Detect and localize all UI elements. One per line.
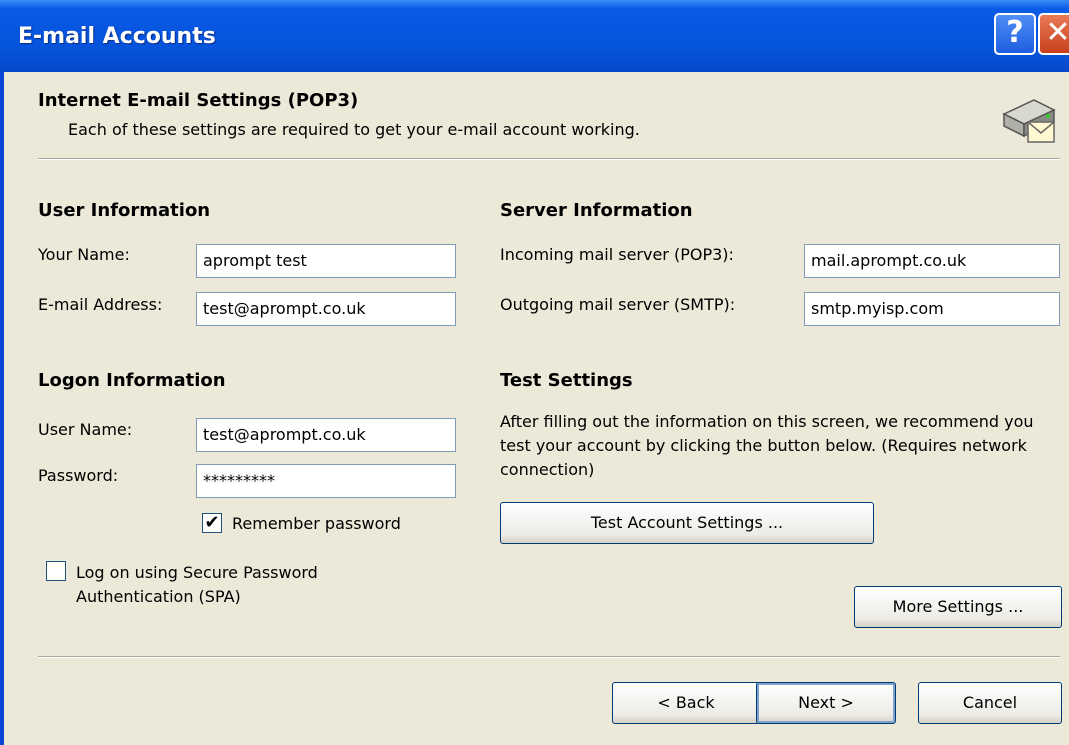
password-label: Password:	[38, 466, 119, 485]
user-name-input[interactable]: test@aprompt.co.uk	[196, 418, 456, 452]
header-separator	[38, 158, 1060, 160]
remember-password-checkbox[interactable]: ✔	[202, 513, 222, 533]
header-title: Internet E-mail Settings (POP3)	[38, 90, 359, 111]
back-button[interactable]: < Back	[612, 682, 760, 724]
title-bar: E-mail Accounts ? ✕	[0, 0, 1069, 72]
cancel-button[interactable]: Cancel	[918, 682, 1062, 724]
email-accounts-window: E-mail Accounts ? ✕ Internet E-mail Sett…	[0, 0, 1069, 745]
spa-checkbox[interactable]	[46, 561, 66, 581]
close-button[interactable]: ✕	[1038, 13, 1069, 55]
incoming-server-label: Incoming mail server (POP3):	[500, 245, 734, 264]
your-name-label: Your Name:	[38, 245, 130, 264]
logon-information-heading: Logon Information	[38, 370, 226, 391]
server-information-heading: Server Information	[500, 200, 693, 221]
password-input[interactable]: *********	[196, 464, 456, 498]
next-button[interactable]: Next >	[756, 682, 896, 724]
test-settings-heading: Test Settings	[500, 370, 633, 391]
email-address-input[interactable]: test@aprompt.co.uk	[196, 292, 456, 326]
user-information-heading: User Information	[38, 200, 211, 221]
outgoing-server-input[interactable]: smtp.myisp.com	[804, 292, 1060, 326]
your-name-input[interactable]: aprompt test	[196, 244, 456, 278]
mail-server-icon	[1002, 99, 1056, 143]
help-button[interactable]: ?	[994, 13, 1036, 55]
close-icon: ✕	[1045, 15, 1069, 50]
spa-label[interactable]: Log on using Secure Password Authenticat…	[76, 561, 386, 609]
outgoing-server-label: Outgoing mail server (SMTP):	[500, 295, 736, 314]
user-name-label: User Name:	[38, 420, 133, 439]
window-title: E-mail Accounts	[18, 24, 216, 49]
test-settings-description: After filling out the information on thi…	[500, 412, 1034, 479]
footer-separator	[38, 656, 1060, 658]
more-settings-button[interactable]: More Settings ...	[854, 586, 1062, 628]
header-subtitle: Each of these settings are required to g…	[68, 120, 640, 139]
test-account-settings-button[interactable]: Test Account Settings ...	[500, 502, 874, 544]
incoming-server-input[interactable]: mail.aprompt.co.uk	[804, 244, 1060, 278]
help-icon: ?	[1006, 15, 1024, 50]
remember-password-label[interactable]: Remember password	[232, 514, 401, 533]
email-address-label: E-mail Address:	[38, 295, 163, 314]
